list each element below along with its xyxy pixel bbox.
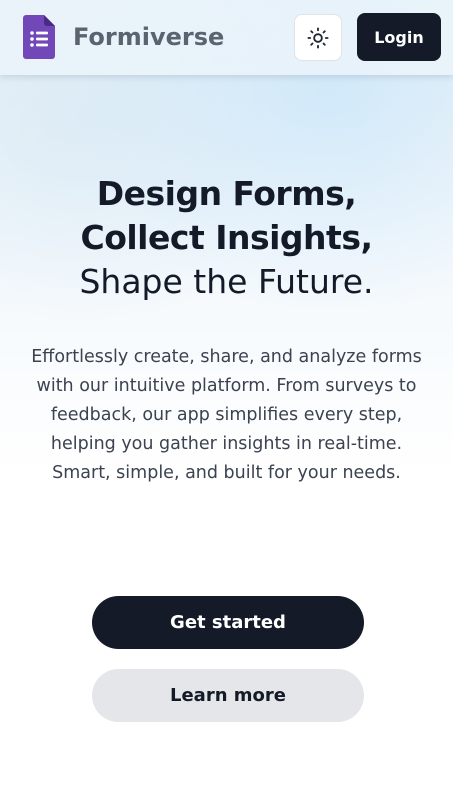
form-document-icon xyxy=(23,15,55,59)
hero-title-line-1: Design Forms, xyxy=(96,174,357,213)
landing-page: Formiverse Login Design Forms, Collect I… xyxy=(0,0,453,796)
hero-description: Effortlessly create, share, and analyze … xyxy=(31,347,422,483)
theme-toggle-button[interactable] xyxy=(294,14,342,61)
sun-icon xyxy=(307,26,329,49)
learn-more-button[interactable]: Learn more xyxy=(92,669,364,722)
hero-title-line-3: Shape the Future. xyxy=(79,262,374,301)
hero-title-line-2: Collect Insights, xyxy=(80,218,373,257)
hero-title: Design Forms, Collect Insights, Shape th… xyxy=(0,172,453,304)
brand[interactable]: Formiverse xyxy=(23,15,224,59)
brand-name: Formiverse xyxy=(73,23,225,51)
get-started-button[interactable]: Get started xyxy=(92,596,364,649)
login-button[interactable]: Login xyxy=(357,13,441,61)
top-navbar: Formiverse Login xyxy=(0,0,453,75)
